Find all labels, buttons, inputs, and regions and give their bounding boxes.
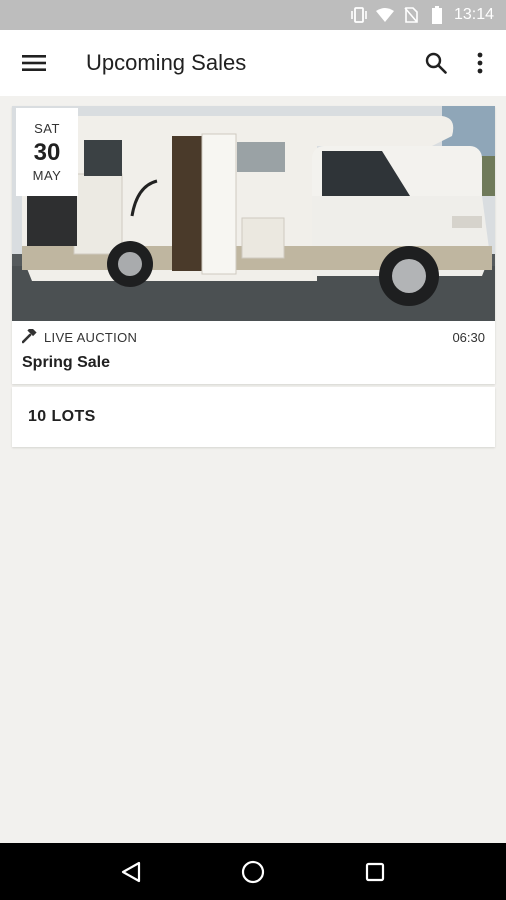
- sale-card[interactable]: SAT 30 MAY LIVE AUCTION 06:30 Spring Sal…: [12, 106, 495, 384]
- sale-type: LIVE AUCTION: [44, 329, 138, 345]
- sale-month: MAY: [32, 168, 62, 183]
- back-icon: [121, 861, 141, 882]
- sale-title: Spring Sale: [22, 354, 111, 371]
- battery-icon: [428, 6, 446, 24]
- no-sim-icon: [402, 6, 420, 24]
- sale-meta: LIVE AUCTION 06:30: [12, 325, 495, 349]
- page-title: Upcoming Sales: [86, 50, 247, 75]
- more-options-button[interactable]: [458, 41, 502, 85]
- sale-time: 06:30: [452, 329, 485, 345]
- recents-icon: [365, 862, 385, 881]
- app-bar: Upcoming Sales: [0, 30, 506, 96]
- menu-button[interactable]: [12, 41, 56, 85]
- sale-day: 30: [33, 139, 61, 166]
- search-button[interactable]: [414, 41, 458, 85]
- search-icon: [425, 52, 447, 74]
- sale-day-of-week: SAT: [34, 121, 60, 136]
- vibrate-icon: [350, 6, 368, 24]
- status-time: 13:14: [453, 6, 494, 23]
- navigation-bar: [0, 843, 506, 900]
- home-icon: [241, 860, 265, 883]
- wifi-icon: [375, 6, 394, 24]
- sale-image: SAT 30 MAY: [12, 106, 495, 321]
- recents-button[interactable]: [353, 850, 397, 894]
- home-button[interactable]: [231, 850, 275, 894]
- more-vert-icon: [477, 52, 483, 74]
- lots-count: 10 LOTS: [28, 408, 96, 425]
- gavel-icon: [22, 329, 38, 345]
- back-button[interactable]: [109, 850, 153, 894]
- menu-icon: [22, 55, 46, 71]
- status-bar: 13:14: [0, 0, 506, 30]
- lots-button[interactable]: 10 LOTS: [12, 387, 495, 447]
- sale-date-badge: SAT 30 MAY: [16, 108, 78, 196]
